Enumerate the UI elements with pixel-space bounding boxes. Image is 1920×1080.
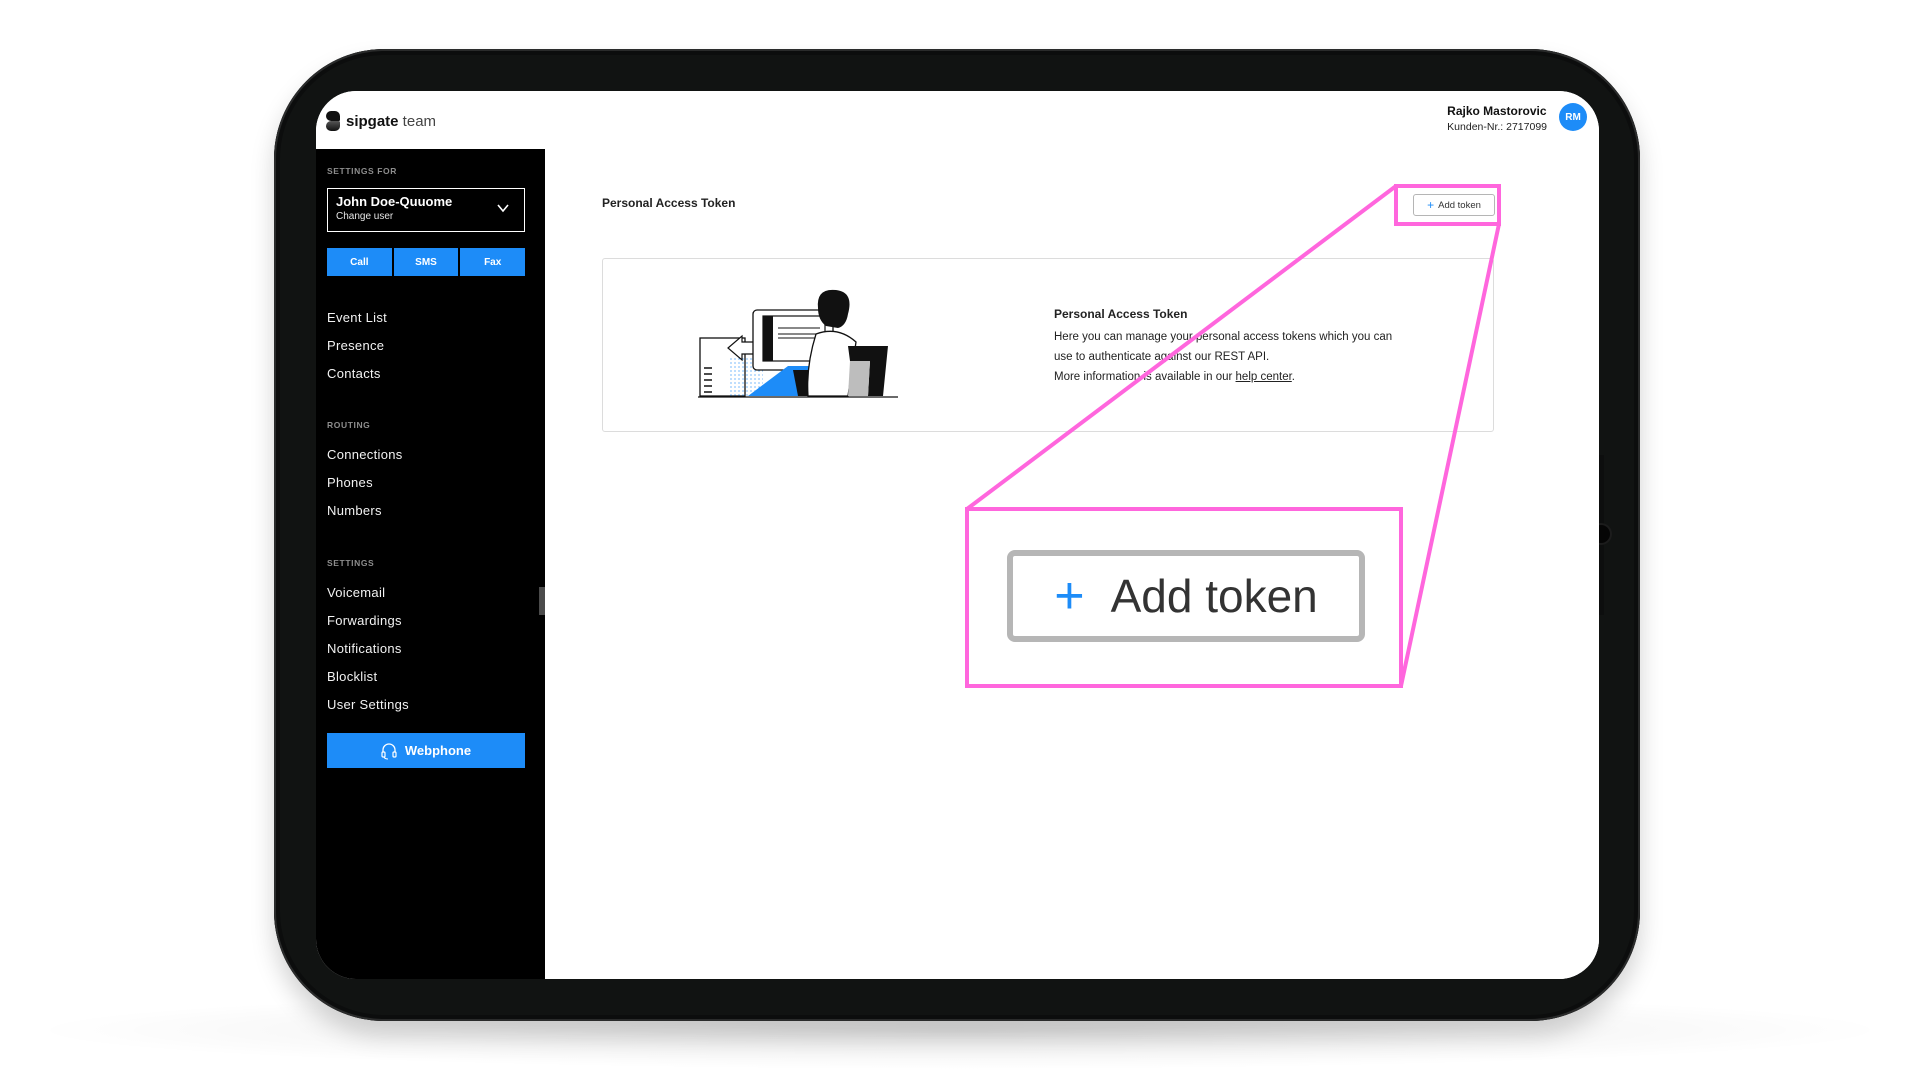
sidebar-item-event-list[interactable]: Event List: [327, 310, 387, 325]
card-line-3: More information is available in our hel…: [1054, 367, 1454, 387]
sidebar-item-presence[interactable]: Presence: [327, 338, 384, 353]
tablet-screen: sipgate team Rajko Mastorovic Kunden-Nr.…: [316, 91, 1599, 979]
info-card: Personal Access Token Here you can manag…: [602, 258, 1494, 432]
sidebar-item-phones[interactable]: Phones: [327, 475, 373, 490]
customer-number: Kunden-Nr.: 2717099: [1447, 121, 1547, 133]
routing-label: ROUTING: [327, 420, 371, 430]
user-select-dropdown[interactable]: John Doe-Quuome Change user: [327, 188, 525, 232]
webphone-label: Webphone: [404, 743, 472, 758]
settings-label: SETTINGS: [327, 558, 375, 568]
user-name: Rajko Mastorovic: [1447, 104, 1547, 118]
logo-product: team: [398, 112, 437, 130]
sipgate-logo-icon: [326, 111, 340, 131]
quick-actions: Call SMS Fax: [327, 248, 526, 276]
sidebar-item-forwardings[interactable]: Forwardings: [327, 613, 402, 628]
sidebar-item-numbers[interactable]: Numbers: [327, 503, 382, 518]
app-header: sipgate team Rajko Mastorovic Kunden-Nr.…: [316, 91, 1599, 149]
sms-button[interactable]: SMS: [393, 248, 459, 276]
headset-icon: [381, 742, 397, 760]
sidebar-item-user-settings[interactable]: User Settings: [327, 697, 409, 712]
card-line-2: use to authenticate against our REST API…: [1054, 351, 1270, 363]
webphone-button[interactable]: Webphone: [327, 733, 525, 768]
card-line-3-text: More information is available in our: [1054, 371, 1236, 383]
sidebar-item-notifications[interactable]: Notifications: [327, 641, 402, 656]
add-token-label: Add token: [1438, 199, 1481, 211]
developer-illustration: [698, 289, 898, 398]
change-user-label: Change user: [336, 211, 394, 222]
plus-icon: +: [1427, 198, 1435, 212]
avatar[interactable]: RM: [1559, 103, 1587, 131]
card-line-1: Here you can manage your personal access…: [1054, 331, 1393, 343]
sipgate-logo[interactable]: sipgate team: [326, 111, 436, 131]
card-text: Personal Access Token Here you can manag…: [1054, 307, 1454, 387]
page-title: Personal Access Token: [602, 196, 736, 210]
sidebar-item-voicemail[interactable]: Voicemail: [327, 585, 385, 600]
card-description: Here you can manage your personal access…: [1054, 327, 1454, 387]
logo-brand: sipgate: [346, 112, 399, 130]
main-content: Personal Access Token + Add token Person…: [545, 149, 1599, 979]
settings-for-label: SETTINGS FOR: [327, 166, 398, 176]
user-info: Rajko Mastorovic Kunden-Nr.: 2717099: [1447, 104, 1547, 133]
sidebar-item-connections[interactable]: Connections: [327, 447, 403, 462]
add-token-button[interactable]: + Add token: [1413, 194, 1495, 216]
card-title: Personal Access Token: [1054, 307, 1188, 321]
sidebar: SETTINGS FOR John Doe-Quuome Change user…: [316, 149, 545, 979]
sidebar-item-blocklist[interactable]: Blocklist: [327, 669, 377, 684]
selected-user-name: John Doe-Quuome: [336, 194, 453, 209]
card-line-3-suffix: .: [1291, 371, 1295, 383]
sidebar-item-contacts[interactable]: Contacts: [327, 366, 381, 381]
chevron-down-icon: [497, 204, 509, 213]
call-button[interactable]: Call: [327, 248, 392, 276]
help-center-link[interactable]: help center: [1236, 371, 1292, 383]
fax-button[interactable]: Fax: [460, 248, 526, 276]
